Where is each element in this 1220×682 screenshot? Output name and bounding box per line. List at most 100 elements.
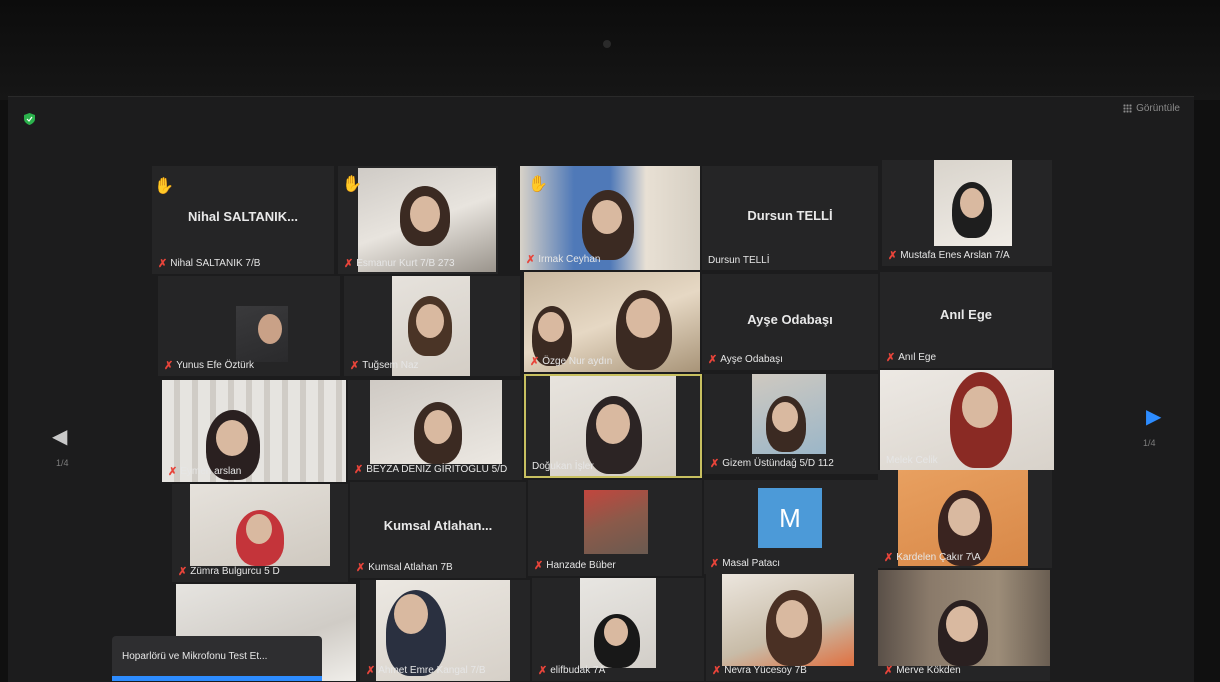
participant-label: ✗ Yunus Efe Öztürk bbox=[164, 359, 254, 372]
participant-tile[interactable]: ✗ Ahmet Emre Kangal 7/B bbox=[360, 580, 530, 681]
participant-name-large: Anıl Ege bbox=[939, 306, 992, 322]
participant-face bbox=[538, 312, 564, 342]
participant-tile-active-speaker[interactable]: Doğukan İşler bbox=[524, 374, 702, 478]
participant-tile[interactable]: ✗ BEYZA DENİZ GİRİTOĞLU 5/D bbox=[348, 380, 522, 480]
mic-off-icon: ✗ bbox=[884, 665, 894, 677]
participant-name: Kardelen Çakır 7\A bbox=[896, 552, 981, 563]
participant-name: Nevra Yücesoy 7B bbox=[724, 665, 807, 676]
participant-face bbox=[216, 420, 248, 456]
view-button[interactable]: Görüntüle bbox=[1123, 103, 1180, 114]
participant-tile[interactable]: ✗ Yunus Efe Öztürk bbox=[158, 276, 340, 376]
participant-name: Tuğsem Naz bbox=[362, 360, 419, 371]
participant-label: ✗ Masal Patacı bbox=[710, 557, 780, 570]
participant-name: Irmak Ceyhan bbox=[538, 254, 601, 265]
participant-name: Zümra Bulgurcu 5 D bbox=[190, 566, 280, 577]
participant-label: ✗ Özge Nur aydın bbox=[530, 355, 612, 368]
participant-tile[interactable]: ✗ Nevra Yücesoy 7B bbox=[706, 574, 878, 681]
participant-name: Anıl Ege bbox=[898, 352, 937, 363]
participant-label: ✗ Nevra Yücesoy 7B bbox=[712, 664, 807, 677]
mic-off-icon: ✗ bbox=[356, 562, 366, 574]
left-page-indicator: 1/4 bbox=[56, 458, 69, 468]
participant-label: Dursun TELLİ bbox=[708, 255, 770, 266]
participant-name: Yunus Efe Öztürk bbox=[176, 360, 255, 371]
raised-hand-icon: ✋ bbox=[342, 176, 362, 193]
participant-tile[interactable]: Dursun TELLİ Dursun TELLİ bbox=[702, 166, 878, 270]
participant-avatar: M bbox=[758, 488, 822, 548]
video-feed bbox=[752, 374, 826, 454]
participant-label: ✗ Kardelen Çakır 7\A bbox=[884, 551, 981, 564]
webcam-dot bbox=[603, 40, 611, 48]
right-page-indicator: 1/4 bbox=[1143, 438, 1156, 448]
audio-test-popup[interactable]: Hoparlörü ve Mikrofonu Test Et... bbox=[112, 636, 322, 681]
participant-label: Melek Celik bbox=[886, 455, 938, 466]
participant-name: Merve Kökden bbox=[896, 665, 961, 676]
mic-off-icon: ✗ bbox=[344, 258, 354, 270]
participant-tile[interactable]: M ✗ Masal Patacı bbox=[704, 480, 878, 574]
participant-face bbox=[596, 404, 630, 444]
participant-label: ✗ Kumsal Atlahan 7B bbox=[356, 561, 453, 574]
participant-face bbox=[246, 514, 272, 544]
participant-tile[interactable]: Melek Celik bbox=[880, 370, 1054, 470]
participant-face bbox=[410, 196, 440, 232]
mic-off-icon: ✗ bbox=[366, 665, 376, 677]
monitor-bezel bbox=[0, 0, 1220, 100]
participant-name: Hanzade Büber bbox=[546, 560, 616, 571]
video-feed bbox=[934, 160, 1012, 246]
participant-face bbox=[626, 298, 660, 338]
participant-face bbox=[592, 200, 622, 234]
participant-label: ✗ Anıl Ege bbox=[886, 351, 936, 364]
participant-label: ✗ BEYZA DENİZ GİRİTOĞLU 5/D bbox=[354, 463, 507, 476]
participant-name: Mustafa Enes Arslan 7/A bbox=[900, 250, 1010, 261]
participant-tile[interactable]: ✗ Hanzade Büber bbox=[528, 480, 702, 576]
participant-tile[interactable]: ✗ Merve Kökden bbox=[878, 570, 1050, 681]
participant-face bbox=[962, 386, 998, 428]
participant-face bbox=[416, 304, 444, 338]
participant-tile[interactable]: Nihal SALTANIK... ✗ Nihal SALTANIK 7/B bbox=[152, 166, 334, 274]
video-feed bbox=[580, 578, 656, 668]
participant-label: ✗ Gizem Üstündağ 5/D 112 bbox=[710, 457, 834, 470]
participant-name: elifbudak 7A bbox=[550, 665, 606, 676]
participant-tile[interactable]: ✗ elifbudak 7A bbox=[532, 578, 704, 681]
participant-face bbox=[394, 594, 428, 634]
participant-label: ✗ Hanzade Büber bbox=[534, 559, 616, 572]
prev-page-arrow-icon[interactable]: ◀ bbox=[52, 424, 67, 449]
participant-face bbox=[948, 498, 980, 536]
participant-tile[interactable]: ✗ Özge Nur aydın bbox=[524, 272, 700, 372]
participant-tile[interactable]: ✗ Mustafa Enes Arslan 7/A bbox=[882, 160, 1052, 266]
participant-tile[interactable]: Anıl Ege ✗ Anıl Ege bbox=[880, 272, 1052, 368]
next-page-arrow-icon[interactable]: ▶ bbox=[1146, 404, 1161, 429]
mic-off-icon: ✗ bbox=[538, 665, 548, 677]
video-feed bbox=[190, 484, 330, 566]
participant-tile[interactable]: ✗ Gizem Üstündağ 5/D 112 bbox=[704, 374, 878, 474]
security-shield-icon[interactable] bbox=[24, 113, 35, 125]
participant-tile[interactable]: ✗ Tuğsem Naz bbox=[344, 276, 520, 376]
raised-hand-icon: ✋ bbox=[528, 176, 548, 193]
popup-accent-bar bbox=[112, 676, 322, 681]
video-feed bbox=[584, 490, 648, 554]
participant-tile[interactable]: ✗ Kardelen Çakır 7\A bbox=[878, 470, 1052, 568]
mic-off-icon: ✗ bbox=[164, 360, 174, 372]
participant-label: ✗ Zümra Bulgurcu 5 D bbox=[178, 565, 280, 578]
participant-face bbox=[946, 606, 978, 642]
audio-test-label[interactable]: Hoparlörü ve Mikrofonu Test Et... bbox=[122, 651, 267, 662]
participant-name: Ayşe Odabaşı bbox=[720, 354, 783, 365]
mic-off-icon: ✗ bbox=[888, 250, 898, 262]
participant-tile[interactable]: ✗ Esmanur Kurt 7/B 273 bbox=[338, 166, 498, 274]
participant-name: Kumsal Atlahan 7B bbox=[368, 562, 453, 573]
participant-name: Gizem Üstündağ 5/D 112 bbox=[722, 458, 834, 469]
participant-face bbox=[776, 600, 808, 638]
participant-label: ✗ Ayşe Odabaşı bbox=[708, 353, 783, 366]
mic-off-icon: ✗ bbox=[354, 464, 364, 476]
mic-off-icon: ✗ bbox=[530, 356, 540, 368]
mic-off-icon: ✗ bbox=[886, 352, 896, 364]
raised-hand-icon: ✋ bbox=[154, 178, 174, 195]
participant-name: Melek Celik bbox=[886, 455, 938, 466]
participant-tile[interactable]: Kumsal Atlahan... ✗ Kumsal Atlahan 7B bbox=[350, 482, 526, 578]
participant-tile[interactable]: Ayşe Odabaşı ✗ Ayşe Odabaşı bbox=[702, 274, 878, 370]
participant-name-large: Dursun TELLİ bbox=[747, 207, 833, 223]
participant-face bbox=[424, 410, 452, 444]
participant-name: Özge Nur aydın bbox=[542, 356, 613, 367]
participant-label: ✗ elifbudak 7A bbox=[538, 664, 605, 677]
participant-tile[interactable]: ✗ Zümra Bulgurcu 5 D bbox=[172, 484, 348, 582]
participant-tile[interactable]: ✗ Eymen arslan bbox=[162, 380, 346, 482]
